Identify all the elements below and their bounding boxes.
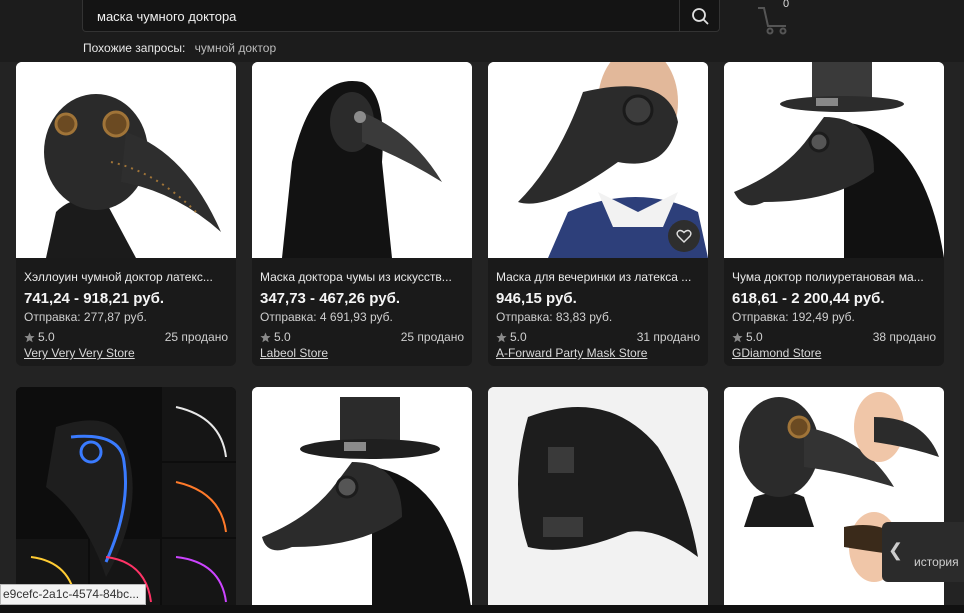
product-shipping: Отправка: 83,83 руб. xyxy=(496,310,613,324)
product-card[interactable]: Маска для вечеринки из латекса ... 946,1… xyxy=(488,62,708,366)
star-icon xyxy=(732,332,743,342)
product-shipping: Отправка: 4 691,93 руб. xyxy=(260,310,393,324)
store-link[interactable]: GDiamond Store xyxy=(732,346,821,360)
product-rating: 5.0 xyxy=(24,330,55,344)
store-link[interactable]: Labeol Store xyxy=(260,346,328,360)
product-title[interactable]: Маска доктора чумы из искусств... xyxy=(260,270,464,284)
product-shipping: Отправка: 192,49 руб. xyxy=(732,310,855,324)
search-input[interactable] xyxy=(97,7,657,25)
product-card[interactable] xyxy=(16,387,236,613)
product-price: 946,15 руб. xyxy=(496,290,577,307)
wishlist-button[interactable] xyxy=(668,220,700,252)
product-sold-count: 25 продано xyxy=(400,330,464,344)
related-searches: Похожие запросы: чумной доктор xyxy=(83,41,276,55)
history-panel-tab[interactable]: ❮ история xyxy=(882,522,964,582)
product-rating: 5.0 xyxy=(732,330,763,344)
product-image[interactable] xyxy=(724,62,944,258)
store-link[interactable]: Very Very Very Store xyxy=(24,346,135,360)
status-url-bar: e9cefc-2a1c-4574-84bc... xyxy=(0,584,147,605)
chevron-left-icon: ❮ xyxy=(888,540,904,560)
star-icon xyxy=(24,332,35,342)
product-sold-count: 38 продано xyxy=(872,330,936,344)
store-link[interactable]: A-Forward Party Mask Store xyxy=(496,346,647,360)
rating-value: 5.0 xyxy=(274,330,291,344)
product-title[interactable]: Хэллоуин чумной доктор латекс... xyxy=(24,270,228,284)
product-sold-count: 31 продано xyxy=(636,330,700,344)
search-bar xyxy=(82,0,720,32)
product-card[interactable]: Маска доктора чумы из искусств... 347,73… xyxy=(252,62,472,366)
search-icon xyxy=(691,7,708,24)
product-image[interactable] xyxy=(488,387,708,613)
header: 0 Похожие запросы: чумной доктор xyxy=(0,0,964,62)
product-card[interactable]: Хэллоуин чумной доктор латекс... 741,24 … xyxy=(16,62,236,366)
search-button[interactable] xyxy=(679,0,719,31)
product-image[interactable] xyxy=(252,387,472,613)
product-shipping: Отправка: 277,87 руб. xyxy=(24,310,147,324)
heart-icon xyxy=(676,229,692,243)
product-title[interactable]: Маска для вечеринки из латекса ... xyxy=(496,270,700,284)
page: 0 Похожие запросы: чумной доктор Хэллоуи… xyxy=(0,0,964,613)
product-image[interactable] xyxy=(16,62,236,258)
product-sold-count: 25 продано xyxy=(164,330,228,344)
taskbar xyxy=(0,605,964,613)
related-search-link[interactable]: чумной доктор xyxy=(195,41,276,55)
rating-value: 5.0 xyxy=(746,330,763,344)
product-title[interactable]: Чума доктор полиуретановая ма... xyxy=(732,270,936,284)
rating-value: 5.0 xyxy=(38,330,55,344)
cart-count-badge: 0 xyxy=(783,0,790,10)
star-icon xyxy=(496,332,507,342)
product-image[interactable] xyxy=(252,62,472,258)
rating-value: 5.0 xyxy=(510,330,527,344)
product-card[interactable] xyxy=(252,387,472,613)
related-searches-label: Похожие запросы: xyxy=(83,41,186,55)
product-rating: 5.0 xyxy=(496,330,527,344)
product-price: 618,61 - 2 200,44 руб. xyxy=(732,290,885,307)
product-price: 741,24 - 918,21 руб. xyxy=(24,290,164,307)
product-price: 347,73 - 467,26 руб. xyxy=(260,290,400,307)
product-rating: 5.0 xyxy=(260,330,291,344)
product-card[interactable]: Чума доктор полиуретановая ма... 618,61 … xyxy=(724,62,944,366)
star-icon xyxy=(260,332,271,342)
history-label: история xyxy=(914,555,959,569)
product-image[interactable] xyxy=(16,387,236,613)
product-card[interactable] xyxy=(488,387,708,613)
